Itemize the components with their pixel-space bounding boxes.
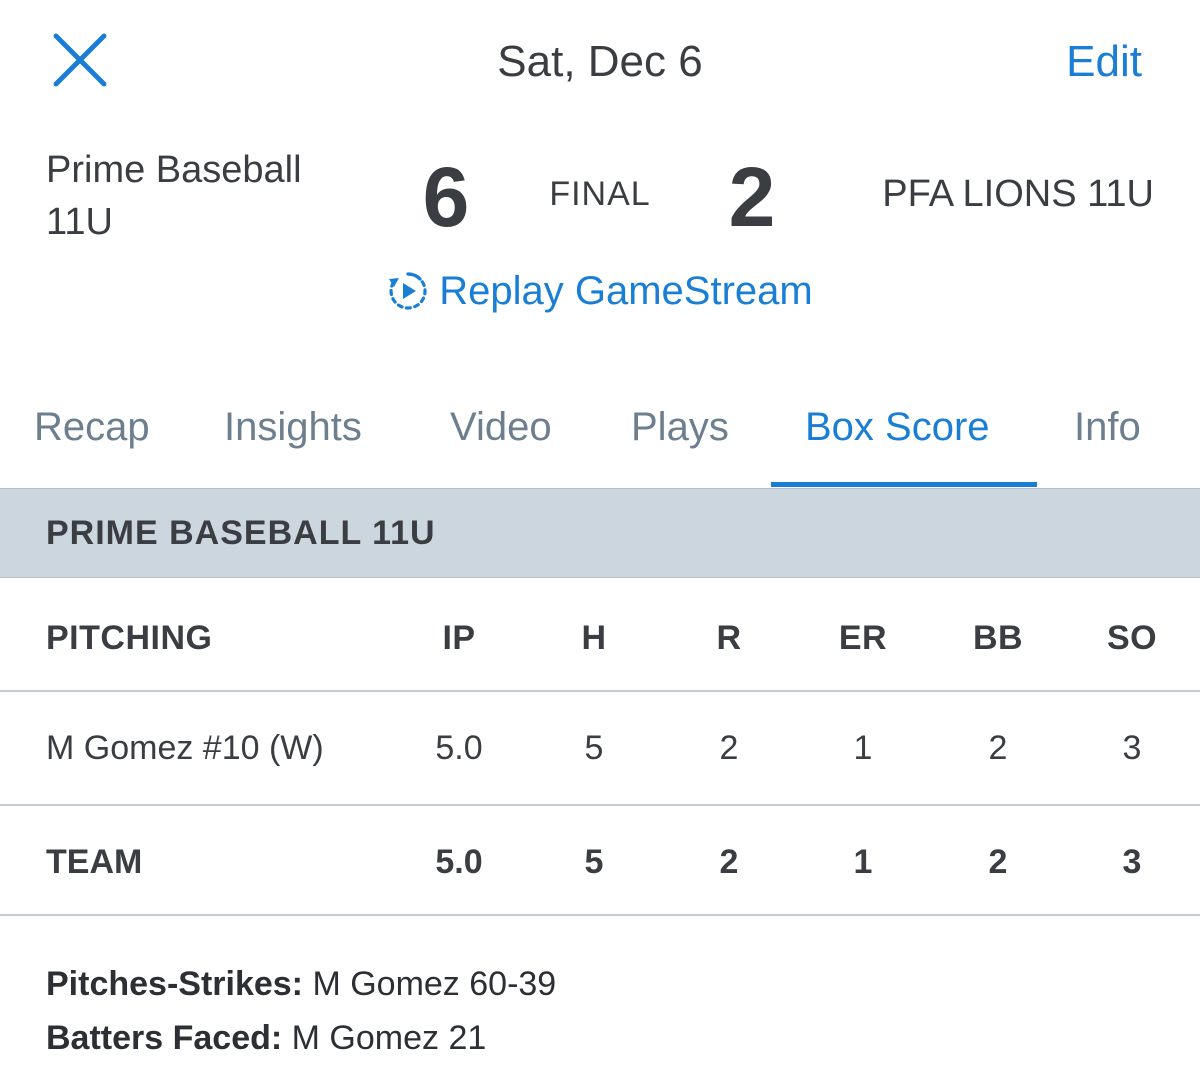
totals-label: TEAM <box>46 843 143 881</box>
pitches-strikes-note: Pitches-Strikes: M Gomez 60-39 <box>46 962 556 1006</box>
team-totals-row: TEAM 5.0 5 2 1 2 3 <box>0 806 1200 916</box>
away-team-name: PFA LIONS 11U <box>882 173 1154 215</box>
total-bb: 2 <box>988 843 1008 881</box>
total-so: 3 <box>1122 843 1142 881</box>
column-header-ip: IP <box>442 619 476 657</box>
page-title: Sat, Dec 6 <box>497 37 703 86</box>
table-header-row: PITCHING IP H R ER BB SO <box>0 580 1200 692</box>
game-status: FINAL <box>549 175 651 213</box>
total-r: 2 <box>719 843 739 881</box>
cell-er: 1 <box>853 729 873 767</box>
team-section-title: PRIME BASEBALL 11U <box>46 514 436 552</box>
tab-insights[interactable]: Insights <box>224 402 362 452</box>
pitches-strikes-value: M Gomez 60-39 <box>303 965 557 1003</box>
column-header-er: ER <box>838 619 888 657</box>
pitcher-name[interactable]: M Gomez #10 (W) <box>46 726 324 770</box>
total-ip: 5.0 <box>435 843 483 881</box>
edit-button[interactable]: Edit <box>1066 36 1142 88</box>
cell-so: 3 <box>1122 729 1142 767</box>
tab-plays[interactable]: Plays <box>631 402 729 452</box>
team-section-header: PRIME BASEBALL 11U <box>0 488 1200 578</box>
tab-bar: Recap Insights Video Plays Box Score Inf… <box>0 380 1200 488</box>
column-header-bb: BB <box>972 619 1024 657</box>
home-team-name: Prime Baseball 11U <box>46 149 302 243</box>
column-header-pitching: PITCHING <box>46 619 213 657</box>
batters-faced-label: Batters Faced: <box>46 1019 283 1057</box>
tab-recap[interactable]: Recap <box>34 402 150 452</box>
replay-label: Replay GameStream <box>439 269 813 313</box>
home-score: 6 <box>422 150 470 244</box>
replay-play-icon <box>387 270 429 312</box>
cell-ip: 5.0 <box>435 729 483 767</box>
batters-faced-note: Batters Faced: M Gomez 21 <box>46 1016 486 1060</box>
tab-video[interactable]: Video <box>450 402 552 452</box>
cell-h: 5 <box>584 729 604 767</box>
cell-bb: 2 <box>988 729 1008 767</box>
active-tab-indicator <box>771 482 1037 487</box>
total-er: 1 <box>853 843 873 881</box>
column-header-so: SO <box>1106 619 1158 657</box>
tab-info[interactable]: Info <box>1074 402 1141 452</box>
batters-faced-value: M Gomez 21 <box>282 1019 487 1057</box>
away-score: 2 <box>728 150 776 244</box>
replay-gamestream-link[interactable]: Replay GameStream <box>0 266 1200 316</box>
tab-box-score[interactable]: Box Score <box>805 402 990 452</box>
total-h: 5 <box>584 843 604 881</box>
pitches-strikes-label: Pitches-Strikes: <box>46 965 303 1003</box>
table-row[interactable]: M Gomez #10 (W) 5.0 5 2 1 2 3 <box>0 692 1200 806</box>
column-header-r: R <box>716 619 742 657</box>
cell-r: 2 <box>719 729 739 767</box>
column-header-h: H <box>581 619 607 657</box>
